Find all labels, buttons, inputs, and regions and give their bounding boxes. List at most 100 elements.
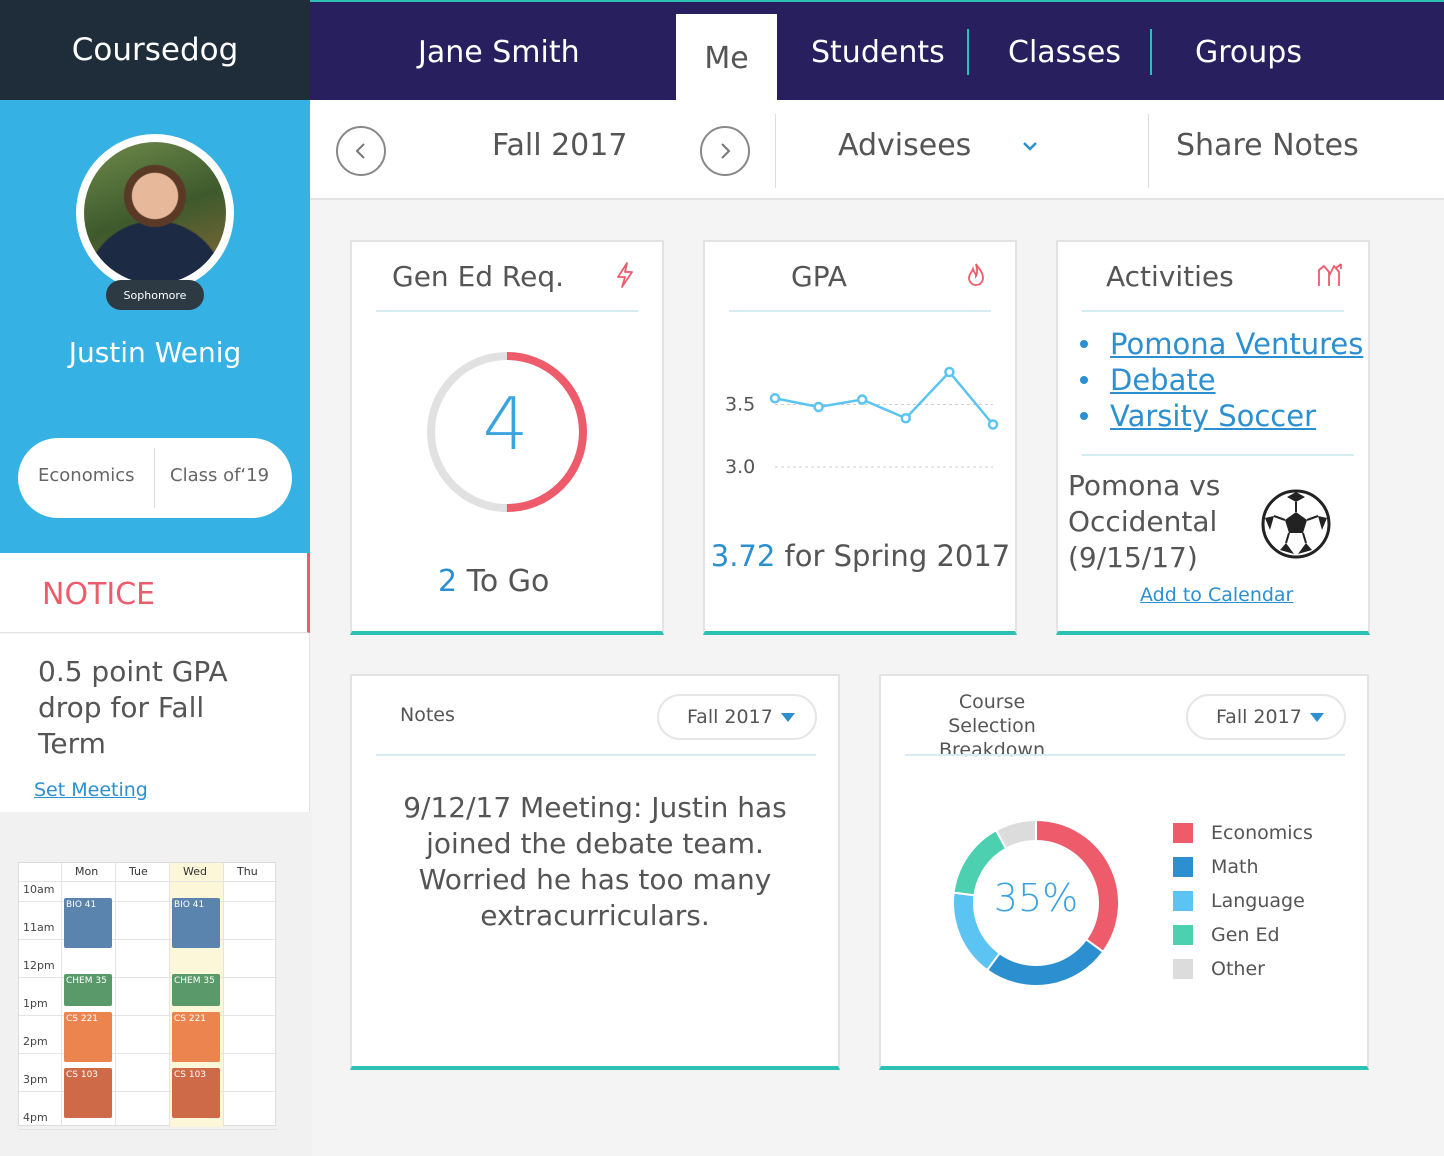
- schedule-event[interactable]: CHEM 35: [64, 974, 112, 1006]
- gen-ed-remaining-count: 4: [482, 382, 529, 466]
- chevron-left-icon[interactable]: [336, 126, 386, 176]
- note-body: 9/12/17 Meeting: Justin has joined the d…: [403, 791, 787, 932]
- chevron-right-icon[interactable]: [700, 126, 750, 176]
- legend-item: Language: [1173, 884, 1313, 918]
- tab-classes[interactable]: Classes: [1008, 2, 1121, 102]
- year-badge: Sophomore: [106, 280, 204, 310]
- activities-title: Activities: [1106, 260, 1234, 293]
- gpa-point: [987, 419, 999, 430]
- activity-list: Pomona Ventures Debate Varsity Soccer: [1080, 326, 1363, 434]
- schedule-panel: Mon Tue Wed Thu 10am 11am 12pm 1pm 2pm 3pm 4pm BIO …: [0, 812, 312, 1156]
- gpa-tick-label: 3.0: [725, 456, 755, 478]
- schedule-column-line: [61, 863, 62, 1127]
- gpa-line-chart: 3.5 3.0: [725, 366, 999, 478]
- card-divider: [376, 754, 816, 756]
- student-class-year: Class of‘19: [170, 465, 270, 486]
- chevron-down-icon[interactable]: [1020, 134, 1040, 159]
- toolbar-divider: [1148, 114, 1149, 188]
- schedule-day-label: Tue: [129, 865, 148, 878]
- app-brand[interactable]: Coursedog: [0, 0, 310, 100]
- activity-link[interactable]: Varsity Soccer: [1110, 399, 1316, 433]
- dropdown-arrow-icon: [781, 713, 795, 722]
- schedule-hour-line: [19, 901, 277, 902]
- share-notes-button[interactable]: Share Notes: [1176, 128, 1359, 163]
- legend-item: Gen Ed: [1173, 918, 1313, 952]
- breakdown-term-label: Fall 2017: [1216, 706, 1302, 728]
- schedule-header-line: [19, 881, 277, 882]
- notice-title: NOTICE: [42, 577, 156, 612]
- student-profile: Sophomore Justin Wenig Economics Class o…: [0, 100, 310, 553]
- card-divider: [376, 310, 638, 312]
- schedule-column-line: [115, 863, 116, 1127]
- legend-label: Other: [1211, 958, 1265, 980]
- breakdown-term-dropdown[interactable]: Fall 2017: [1186, 694, 1346, 740]
- schedule-time-label: 12pm: [23, 959, 55, 972]
- gpa-card: GPA 3.5 3.0 3.72 for Spring 2017: [703, 240, 1017, 635]
- schedule-column-line: [169, 863, 170, 1127]
- trend-arrows-icon: [1318, 263, 1342, 286]
- donut-legend: Economics Math Language Gen Ed Other: [1173, 816, 1313, 986]
- bullet: [1080, 376, 1088, 384]
- set-meeting-link[interactable]: Set Meeting: [34, 779, 148, 801]
- schedule-time-label: 1pm: [23, 997, 48, 1010]
- soccer-ball-icon: [1261, 489, 1331, 559]
- schedule-day-label: Thu: [237, 865, 258, 878]
- schedule-time-label: 11am: [23, 921, 55, 934]
- flame-icon: [968, 263, 984, 286]
- schedule-event[interactable]: BIO 41: [64, 898, 112, 948]
- lightning-icon: [617, 262, 633, 288]
- course-breakdown-card: Course Selection Breakdown Fall 2017 35%…: [879, 674, 1369, 1070]
- tab-me[interactable]: Me: [676, 14, 777, 102]
- legend-label: Language: [1211, 890, 1305, 912]
- gpa-point: [900, 413, 912, 424]
- gpa-point: [769, 393, 781, 404]
- notes-term-dropdown[interactable]: Fall 2017: [657, 694, 817, 740]
- notes-card: Notes Fall 2017 9/12/17 Meeting: Justin …: [350, 674, 840, 1070]
- schedule-hour-line: [19, 1015, 277, 1016]
- activity-item[interactable]: Varsity Soccer: [1080, 398, 1363, 434]
- notes-term-label: Fall 2017: [687, 706, 773, 728]
- breakdown-title: Course Selection Breakdown: [938, 691, 1046, 761]
- term-label: Fall 2017: [492, 128, 628, 163]
- card-divider: [1082, 454, 1354, 456]
- tab-groups[interactable]: Groups: [1195, 2, 1302, 102]
- activities-card: Activities Pomona Ventures Debate Varsit…: [1056, 240, 1370, 635]
- advisees-dropdown[interactable]: Advisees: [838, 128, 971, 163]
- donut-center-label: 35%: [993, 876, 1079, 920]
- schedule-event[interactable]: BIO 41: [172, 898, 220, 948]
- legend-swatch: [1173, 823, 1193, 843]
- add-to-calendar-link[interactable]: Add to Calendar: [1140, 584, 1293, 606]
- legend-item: Math: [1173, 850, 1313, 884]
- notice-header: NOTICE: [0, 553, 310, 633]
- donut-slice-math: [985, 938, 1105, 987]
- current-user-name[interactable]: Jane Smith: [418, 2, 580, 102]
- gen-ed-title: Gen Ed Req.: [392, 260, 565, 293]
- schedule-hour-line: [19, 1129, 277, 1130]
- schedule-hour-line: [19, 1091, 277, 1092]
- weekly-schedule[interactable]: Mon Tue Wed Thu 10am 11am 12pm 1pm 2pm 3pm 4pm BIO …: [18, 862, 277, 1130]
- term-toolbar: Fall 2017 Advisees Share Notes: [310, 100, 1444, 200]
- notes-title: Notes: [400, 704, 455, 726]
- schedule-event[interactable]: CS 221: [64, 1012, 112, 1062]
- toolbar-divider: [775, 114, 776, 188]
- activity-item[interactable]: Pomona Ventures: [1080, 326, 1363, 362]
- pill-divider: [154, 448, 155, 508]
- notice-message: 0.5 point GPA drop for Fall Term: [38, 655, 228, 760]
- legend-label: Math: [1211, 856, 1259, 878]
- legend-swatch: [1173, 925, 1193, 945]
- schedule-event[interactable]: CS 103: [172, 1068, 220, 1118]
- student-name: Justin Wenig: [68, 336, 242, 369]
- activity-item[interactable]: Debate: [1080, 362, 1363, 398]
- avatar: [84, 142, 226, 284]
- schedule-event[interactable]: CS 221: [172, 1012, 220, 1062]
- activity-link[interactable]: Pomona Ventures: [1110, 327, 1363, 361]
- schedule-event[interactable]: CHEM 35: [172, 974, 220, 1006]
- card-divider: [729, 310, 991, 312]
- gpa-tick-label: 3.5: [725, 394, 755, 416]
- bullet: [1080, 340, 1088, 348]
- activity-link[interactable]: Debate: [1110, 363, 1216, 397]
- tab-students[interactable]: Students: [811, 2, 945, 102]
- legend-item: Other: [1173, 952, 1313, 986]
- gpa-title: GPA: [791, 260, 847, 293]
- schedule-event[interactable]: CS 103: [64, 1068, 112, 1118]
